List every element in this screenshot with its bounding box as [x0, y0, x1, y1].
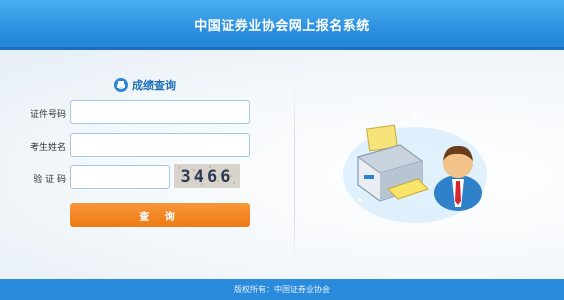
id-number-input[interactable] — [70, 100, 250, 124]
printer-icon — [114, 78, 128, 92]
captcha-input[interactable] — [70, 165, 170, 189]
header-bar: 中国证券业协会网上报名系统 — [0, 0, 564, 50]
printer-user-illustration — [343, 113, 487, 223]
form-title: 成绩查询 — [114, 77, 176, 93]
vertical-divider — [294, 80, 295, 270]
page-title: 中国证券业协会网上报名系统 — [194, 19, 370, 34]
captcha-image[interactable]: 3466 — [174, 164, 240, 188]
footer-bar: 版权所有：中国证券业协会 — [0, 279, 564, 300]
captcha-label: 验 证 码 — [33, 175, 66, 185]
captcha-text: 3466 — [181, 167, 234, 187]
form-title-text: 成绩查询 — [132, 79, 176, 92]
id-number-label: 证件号码 — [29, 110, 66, 120]
name-label: 考生姓名 — [29, 143, 66, 153]
query-button[interactable]: 查 询 — [70, 203, 250, 227]
footer-copyright: 版权所有：中国证券业协会 — [234, 285, 330, 294]
name-input[interactable] — [70, 133, 250, 157]
